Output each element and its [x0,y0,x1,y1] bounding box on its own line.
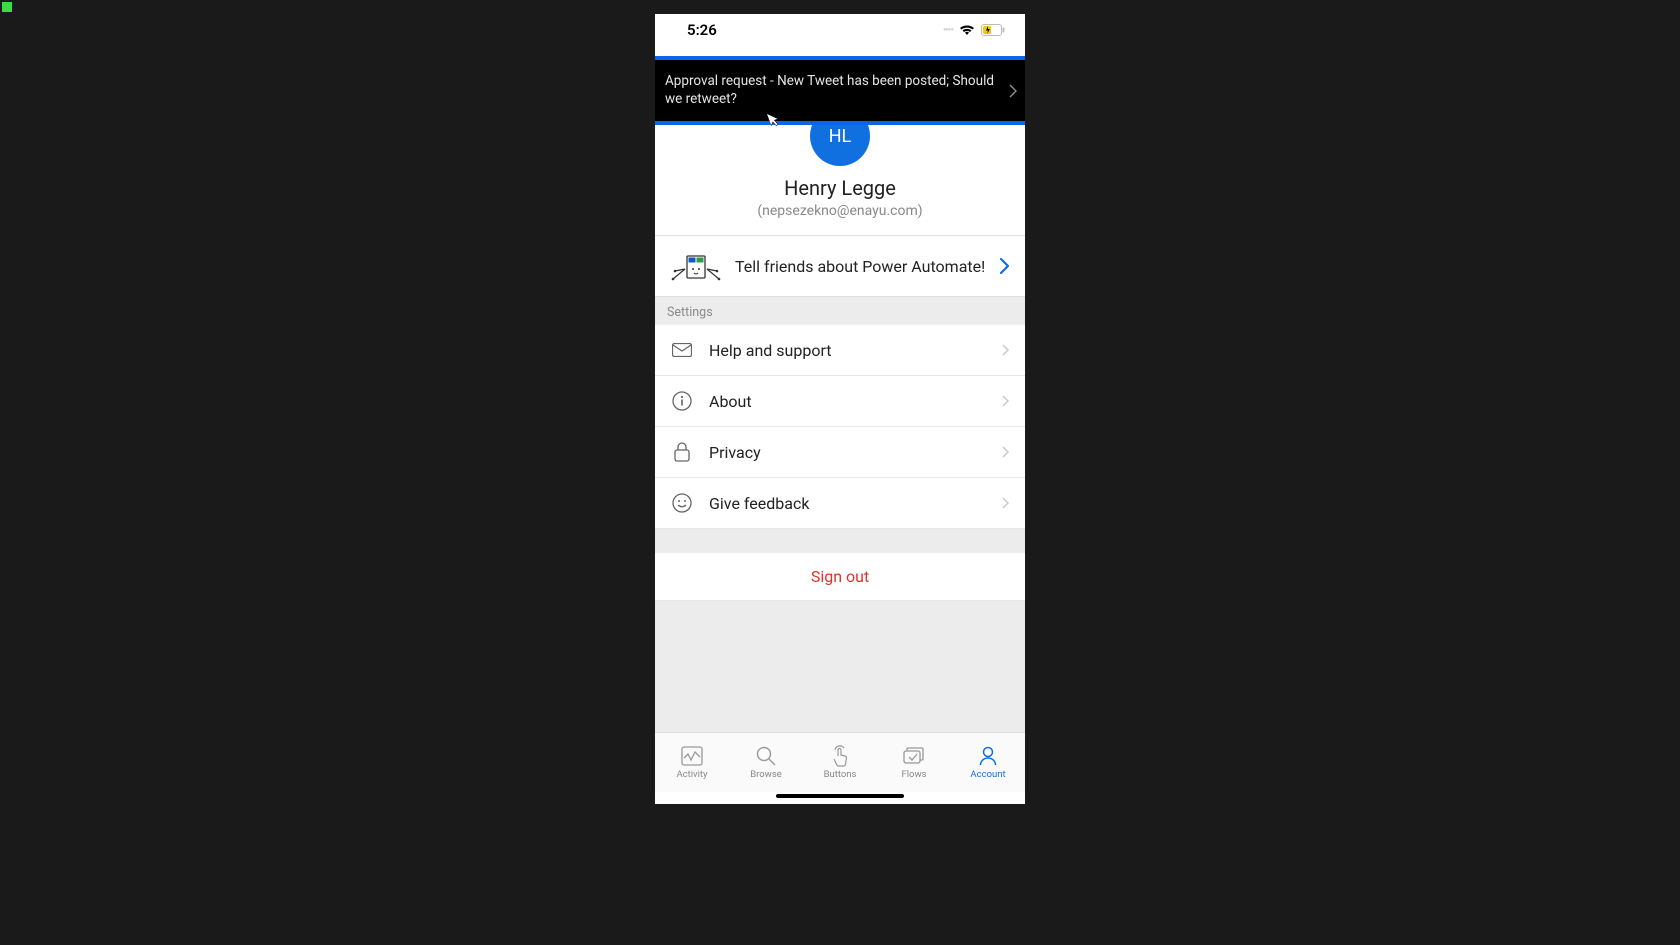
notification-banner[interactable]: Approval request - New Tweet has been po… [655,56,1025,125]
smile-icon [671,492,693,514]
person-icon [979,745,997,767]
empty-fill [655,601,1025,732]
chevron-right-icon [1000,258,1009,274]
profile-email: (nepsezekno@enayu.com) [655,203,1025,219]
flows-icon [903,745,925,767]
tab-account-label: Account [970,769,1005,780]
sign-out-button[interactable]: Sign out [655,553,1025,601]
recording-indicator [2,2,12,12]
avatar-initials: HL [829,126,852,147]
info-icon [671,390,693,412]
settings-list: Help and support About Privacy [655,325,1025,529]
tab-buttons[interactable]: Buttons [803,733,877,792]
activity-icon [681,745,703,767]
tab-flows[interactable]: Flows [877,733,951,792]
chevron-right-icon [1002,497,1009,509]
privacy-row[interactable]: Privacy [655,427,1025,478]
phone-frame: 5:26 •••• Approval request - New Tweet h… [655,14,1025,804]
tap-icon [830,745,850,767]
status-bar: 5:26 •••• [655,14,1025,46]
feedback-row[interactable]: Give feedback [655,478,1025,529]
tab-buttons-label: Buttons [824,769,857,780]
profile-name: Henry Legge [655,176,1025,200]
chevron-right-icon [1002,395,1009,407]
tell-friends-row[interactable]: Tell friends about Power Automate! [655,236,1025,297]
status-time: 5:26 [687,21,943,39]
robot-share-icon [671,250,721,282]
privacy-label: Privacy [709,443,986,462]
sign-out-label: Sign out [811,567,869,586]
help-support-row[interactable]: Help and support [655,325,1025,376]
chevron-right-icon [1002,344,1009,356]
mail-icon [671,339,693,361]
lock-icon [671,441,693,463]
section-gap [655,529,1025,553]
tab-bar: Activity Browse Buttons Flows Account [655,732,1025,792]
tab-browse[interactable]: Browse [729,733,803,792]
carrier-dots: •••• [943,25,953,36]
wifi-icon [959,24,975,36]
chevron-right-icon [1002,446,1009,458]
search-icon [756,745,776,767]
tell-friends-label: Tell friends about Power Automate! [735,257,986,276]
tab-activity[interactable]: Activity [655,733,729,792]
status-right: •••• [943,24,1005,36]
notification-text: Approval request - New Tweet has been po… [665,73,994,107]
about-row[interactable]: About [655,376,1025,427]
tab-flows-label: Flows [901,769,926,780]
home-indicator[interactable] [655,792,1025,804]
settings-section-header: Settings [655,297,1025,325]
tab-account[interactable]: Account [951,733,1025,792]
tab-browse-label: Browse [750,769,782,780]
feedback-label: Give feedback [709,494,986,513]
chevron-right-icon [1009,84,1017,98]
tab-activity-label: Activity [676,769,707,780]
about-label: About [709,392,986,411]
battery-icon [981,24,1005,36]
help-support-label: Help and support [709,341,986,360]
